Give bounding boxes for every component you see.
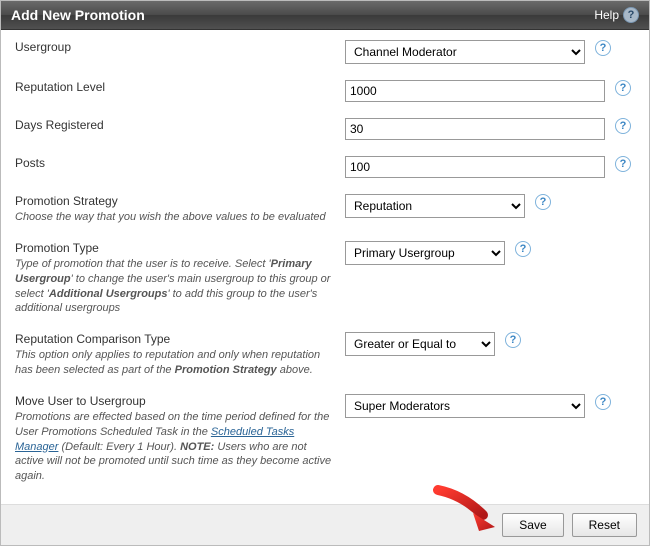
move-usergroup-desc: Promotions are effected based on the tim… [15, 410, 335, 484]
days-registered-input[interactable] [345, 118, 605, 140]
help-icon: ? [623, 7, 639, 23]
panel-header: Add New Promotion Help ? [1, 1, 649, 30]
add-promotion-panel: Add New Promotion Help ? Usergroup Chann… [0, 0, 650, 546]
reputation-level-label: Reputation Level [15, 80, 335, 94]
row-usergroup: Usergroup Channel Moderator ? [15, 40, 635, 64]
help-icon[interactable]: ? [535, 194, 551, 210]
row-promotion-strategy: Promotion Strategy Choose the way that y… [15, 194, 635, 225]
help-icon[interactable]: ? [515, 241, 531, 257]
move-usergroup-select[interactable]: Super Moderators [345, 394, 585, 418]
comparison-type-select[interactable]: Greater or Equal to [345, 332, 495, 356]
help-icon[interactable]: ? [595, 40, 611, 56]
help-icon[interactable]: ? [615, 156, 631, 172]
help-icon[interactable]: ? [615, 118, 631, 134]
help-icon[interactable]: ? [505, 332, 521, 348]
promotion-type-desc: Type of promotion that the user is to re… [15, 257, 335, 316]
help-icon[interactable]: ? [595, 394, 611, 410]
promotion-type-label: Promotion Type [15, 241, 335, 255]
comparison-type-label: Reputation Comparison Type [15, 332, 335, 346]
posts-input[interactable] [345, 156, 605, 178]
help-icon[interactable]: ? [615, 80, 631, 96]
reputation-level-input[interactable] [345, 80, 605, 102]
help-link[interactable]: Help ? [594, 7, 639, 23]
panel-footer: Save Reset [1, 504, 649, 545]
row-posts: Posts ? [15, 156, 635, 178]
days-registered-label: Days Registered [15, 118, 335, 132]
promotion-strategy-label: Promotion Strategy [15, 194, 335, 208]
comparison-type-desc: This option only applies to reputation a… [15, 348, 335, 378]
row-move-usergroup: Move User to Usergroup Promotions are ef… [15, 394, 635, 484]
promotion-strategy-select[interactable]: Reputation [345, 194, 525, 218]
move-usergroup-label: Move User to Usergroup [15, 394, 335, 408]
panel-body: Usergroup Channel Moderator ? Reputation… [1, 30, 649, 504]
posts-label: Posts [15, 156, 335, 170]
promotion-strategy-desc: Choose the way that you wish the above v… [15, 210, 335, 225]
help-label: Help [594, 8, 619, 22]
panel-title: Add New Promotion [11, 7, 145, 23]
row-reputation-level: Reputation Level ? [15, 80, 635, 102]
usergroup-label: Usergroup [15, 40, 335, 54]
row-days-registered: Days Registered ? [15, 118, 635, 140]
row-comparison-type: Reputation Comparison Type This option o… [15, 332, 635, 378]
promotion-type-select[interactable]: Primary Usergroup [345, 241, 505, 265]
row-promotion-type: Promotion Type Type of promotion that th… [15, 241, 635, 316]
usergroup-select[interactable]: Channel Moderator [345, 40, 585, 64]
